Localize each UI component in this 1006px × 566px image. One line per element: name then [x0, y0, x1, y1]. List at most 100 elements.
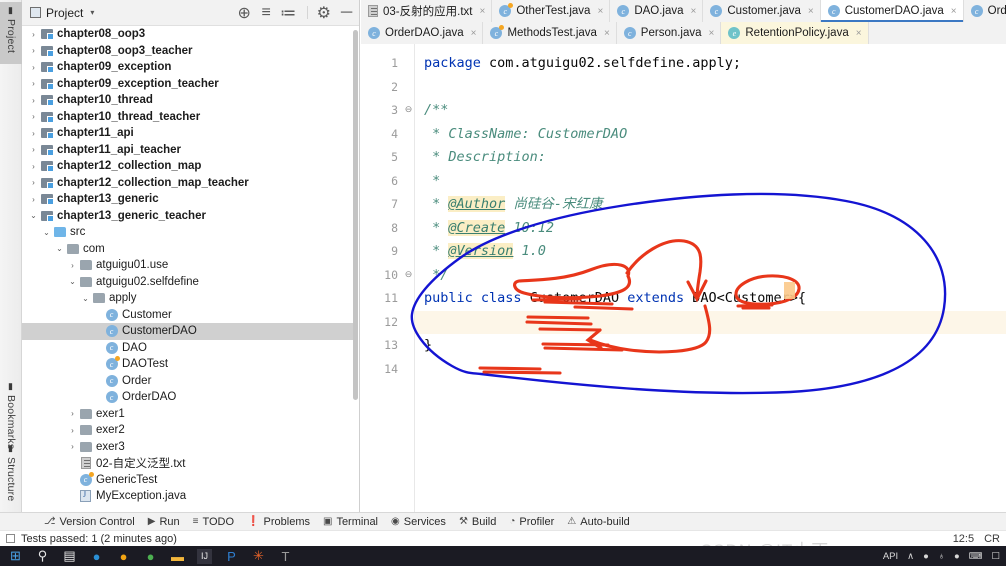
tree-node[interactable]: ›cOrder	[22, 373, 353, 390]
tree-node[interactable]: › chapter12_collection_map_teacher	[22, 175, 353, 192]
tree-node[interactable]: › chapter13_generic	[22, 191, 353, 208]
tree-node[interactable]: › exer1	[22, 406, 353, 423]
microsoft-edge-icon[interactable]: ●	[89, 549, 104, 564]
chevron-right-icon[interactable]: ›	[28, 63, 39, 72]
hide-panel-icon[interactable]: ─	[340, 4, 353, 21]
code-line[interactable]: }	[416, 334, 1006, 358]
code-line[interactable]: * @Version 1.0	[416, 240, 1006, 264]
close-icon[interactable]: ×	[604, 28, 610, 39]
tree-node[interactable]: ›MyException.java	[22, 488, 353, 505]
tree-node[interactable]: › chapter12_collection_map	[22, 158, 353, 175]
close-icon[interactable]: ×	[691, 6, 697, 17]
chrome-icon[interactable]: ●	[116, 549, 131, 564]
tray-ime-icon[interactable]: ⌨	[969, 551, 983, 562]
bottom-bar-item-todo[interactable]: ≡ TODO	[193, 516, 234, 528]
app-orange-icon[interactable]: ✳	[251, 548, 266, 564]
chevron-down-icon[interactable]: ⌄	[28, 211, 39, 220]
tree-node[interactable]: › chapter09_exception_teacher	[22, 76, 353, 93]
code-line[interactable]: /**	[416, 99, 1006, 123]
tree-node[interactable]: › chapter11_api_teacher	[22, 142, 353, 159]
tree-node[interactable]: ⌄ com	[22, 241, 353, 258]
code-editor[interactable]: 1 2 3 4 5 6 7 8 9 10 11 12 13 14 ⊖ ⊖ package com.atgui…	[361, 44, 1006, 512]
close-icon[interactable]: ×	[808, 6, 814, 17]
bottom-bar-item-build[interactable]: ⚒ Build	[459, 516, 496, 528]
powerpoint-icon[interactable]: P	[224, 549, 239, 564]
close-icon[interactable]: ×	[856, 28, 862, 39]
tree-node[interactable]: ›cGenericTest	[22, 471, 353, 489]
code-line[interactable]: package com.atguigu02.selfdefine.apply;	[416, 52, 1006, 76]
collapse-all-icon[interactable]: ≔	[280, 5, 296, 22]
tree-node[interactable]: ›cCustomer	[22, 307, 353, 324]
bottom-bar-item-profiler[interactable]: ◔ Profiler	[509, 516, 554, 528]
chevron-right-icon[interactable]: ›	[28, 96, 39, 105]
bottom-bar-item-version-control[interactable]: ⎇ Version Control	[44, 516, 135, 528]
chevron-right-icon[interactable]: ›	[28, 195, 39, 204]
code-content[interactable]: package com.atguigu02.selfdefine.apply; /…	[416, 44, 1006, 512]
chevron-right-icon[interactable]: ›	[28, 46, 39, 55]
chrome-canary-icon[interactable]: ●	[143, 549, 158, 564]
close-icon[interactable]: ×	[471, 28, 477, 39]
tree-node[interactable]: ›cDAOTest	[22, 356, 353, 373]
tray-mic-icon[interactable]: ♁	[938, 551, 945, 562]
bottom-bar-item-terminal[interactable]: ▣ Terminal	[323, 516, 378, 528]
close-icon[interactable]: ×	[709, 28, 715, 39]
bottom-bar-item-services[interactable]: ◉ Services	[391, 516, 446, 528]
close-icon[interactable]: ×	[597, 6, 603, 17]
chevron-right-icon[interactable]: ›	[67, 442, 78, 451]
windows-start-icon[interactable]: ⊞	[8, 548, 23, 564]
app-gray-icon[interactable]: T	[278, 549, 293, 564]
editor-tab[interactable]: c OtherTest.java ×	[492, 0, 611, 22]
file-explorer-icon[interactable]: ▬	[170, 549, 185, 564]
tree-node[interactable]: ⌄ src	[22, 224, 353, 241]
tree-node[interactable]: ›02-自定义泛型.txt	[22, 455, 353, 472]
chevron-down-icon[interactable]: ⌄	[41, 228, 52, 237]
code-line[interactable]: public class CustomerDAO extends DAO<Cus…	[416, 287, 1006, 311]
code-line[interactable]	[416, 76, 1006, 100]
tree-node[interactable]: ⌄ apply	[22, 290, 353, 307]
chevron-right-icon[interactable]: ›	[28, 112, 39, 121]
tree-node[interactable]: › chapter10_thread_teacher	[22, 109, 353, 126]
code-line[interactable]: * @Author 尚硅谷-宋红康	[416, 193, 1006, 217]
code-fold-toggle-icon[interactable]: ⊖	[403, 269, 414, 280]
chevron-down-icon[interactable]: ⌄	[67, 277, 78, 286]
tree-node[interactable]: › exer3	[22, 439, 353, 456]
tree-node[interactable]: › chapter08_oop3	[22, 26, 353, 43]
project-tree[interactable]: › chapter08_oop3 › chapter08_oop3_teacher › c…	[22, 26, 353, 512]
editor-tab[interactable]: 03-反射的应用.txt ×	[361, 0, 493, 22]
chevron-right-icon[interactable]: ›	[28, 79, 39, 88]
caret-position-indicator[interactable]: 12:5	[953, 533, 974, 545]
chevron-right-icon[interactable]: ›	[28, 162, 39, 171]
tree-node[interactable]: › atguigu01.use	[22, 257, 353, 274]
line-separator-indicator[interactable]: CR	[984, 533, 1000, 545]
chevron-right-icon[interactable]: ›	[67, 261, 78, 270]
editor-tab[interactable]: c Customer.java ×	[703, 0, 821, 22]
tree-node[interactable]: › chapter08_oop3_teacher	[22, 43, 353, 60]
bottom-bar-item-run[interactable]: ▶ Run	[148, 516, 180, 528]
tree-node[interactable]: ›cOrderDAO	[22, 389, 353, 406]
rail-button-project[interactable]: ▮ Project	[0, 2, 22, 64]
code-line[interactable]: * ClassName: CustomerDAO	[416, 123, 1006, 147]
chevron-down-icon[interactable]: ⌄	[80, 294, 91, 303]
editor-tab[interactable]: c Person.java ×	[616, 22, 722, 44]
tree-node[interactable]: › chapter09_exception	[22, 59, 353, 76]
tree-node[interactable]: › exer2	[22, 422, 353, 439]
chevron-right-icon[interactable]: ›	[28, 145, 39, 154]
tree-node[interactable]: ›cCustomerDAO	[22, 323, 353, 340]
tray-monitor-icon[interactable]: ☐	[991, 551, 1000, 562]
locate-icon[interactable]: ⊕	[237, 5, 250, 22]
editor-gutter[interactable]: 1 2 3 4 5 6 7 8 9 10 11 12 13 14 ⊖ ⊖	[361, 44, 415, 512]
chevron-down-icon[interactable]: ⌄	[54, 244, 65, 253]
code-fold-toggle-icon[interactable]: ⊖	[403, 104, 414, 115]
chevron-right-icon[interactable]: ›	[28, 178, 39, 187]
chevron-right-icon[interactable]: ›	[28, 30, 39, 39]
tree-node[interactable]: › chapter10_thread	[22, 92, 353, 109]
editor-tab[interactable]: cOrder.java×	[963, 0, 1006, 22]
code-line[interactable]: *	[416, 170, 1006, 194]
close-icon[interactable]: ×	[951, 6, 957, 17]
expand-all-icon[interactable]: ≡	[260, 4, 273, 21]
tray-pig-icon[interactable]: ●	[923, 551, 929, 562]
code-line[interactable]: * Description:	[416, 146, 1006, 170]
task-view-icon[interactable]: ▤	[62, 548, 77, 564]
code-line[interactable]	[416, 358, 1006, 382]
tree-node[interactable]: › chapter11_api	[22, 125, 353, 142]
